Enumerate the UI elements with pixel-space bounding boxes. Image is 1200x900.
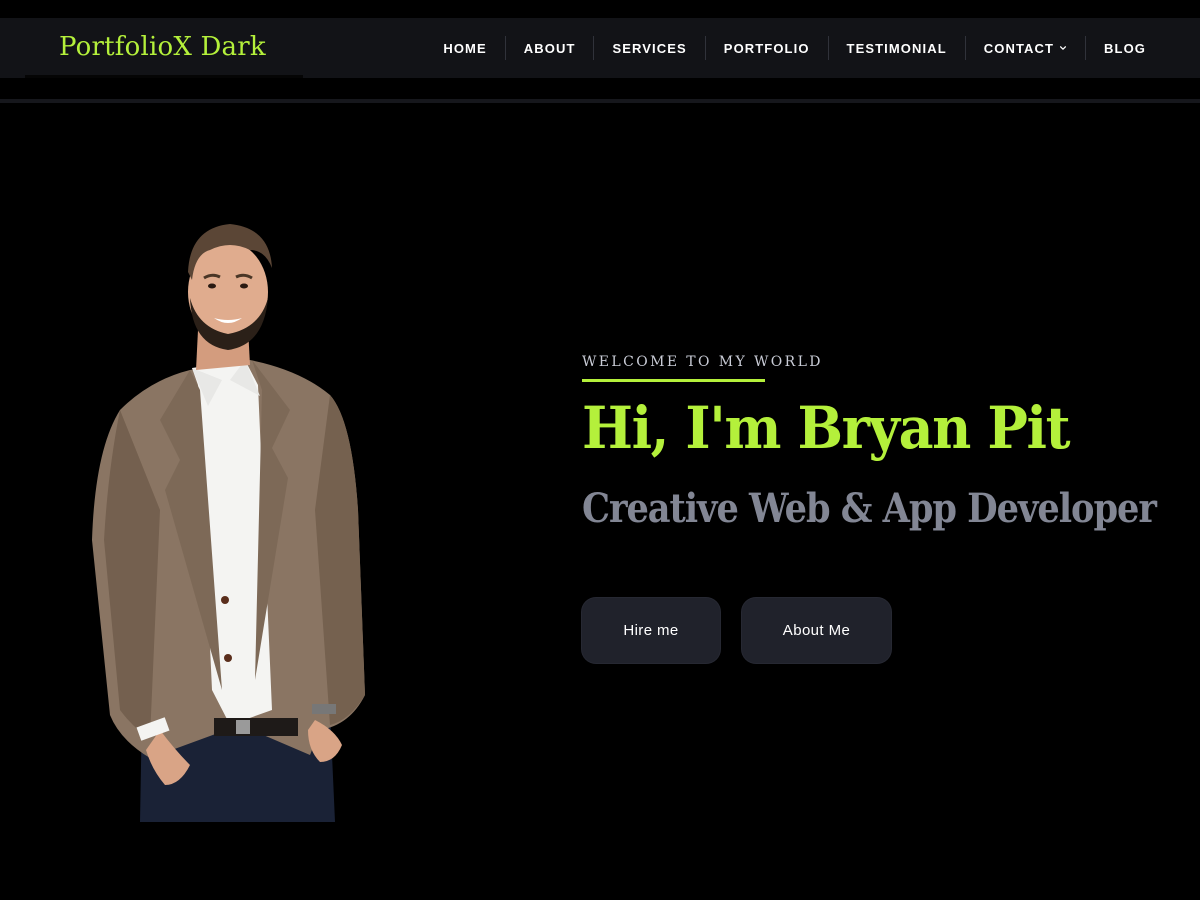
nav-item-blog[interactable]: BLOG <box>1086 36 1164 60</box>
nav-item-testimonial[interactable]: TESTIMONIAL <box>829 36 965 60</box>
hero-buttons: Hire me About Me <box>582 598 891 663</box>
hero-content: WELCOME TO MY WORLD Hi, I'm Bryan Pit Cr… <box>582 354 1182 536</box>
nav-item-contact-label: CONTACT <box>983 40 1055 56</box>
nav-item-portfolio[interactable]: PORTFOLIO <box>706 36 828 60</box>
top-navigation-bar: PortfolioX Dark HOME ABOUT SERVICES PORT… <box>0 18 1200 78</box>
hero-subheadline: Creative Web & App Developer <box>582 485 1157 532</box>
nav-item-contact[interactable]: CONTACT <box>966 36 1085 60</box>
eyebrow-underline <box>582 379 765 382</box>
hero-headline: Hi, I'm Bryan Pit <box>582 394 1071 462</box>
nav-item-home[interactable]: HOME <box>425 36 504 60</box>
chevron-down-icon <box>1060 46 1067 50</box>
hero-eyebrow: WELCOME TO MY WORLD <box>582 354 823 370</box>
main-nav: HOME ABOUT SERVICES PORTFOLIO TESTIMONIA… <box>425 18 1164 78</box>
nav-item-about[interactable]: ABOUT <box>506 36 594 60</box>
logo-container: PortfolioX Dark <box>25 18 303 78</box>
person-photo-icon <box>92 224 365 822</box>
about-me-button[interactable]: About Me <box>742 598 891 663</box>
brand-logo[interactable]: PortfolioX Dark <box>59 32 266 62</box>
header-separator <box>0 99 1200 103</box>
page: PortfolioX Dark HOME ABOUT SERVICES PORT… <box>0 0 1200 900</box>
nav-item-services[interactable]: SERVICES <box>594 36 704 60</box>
hire-me-button[interactable]: Hire me <box>582 598 720 663</box>
